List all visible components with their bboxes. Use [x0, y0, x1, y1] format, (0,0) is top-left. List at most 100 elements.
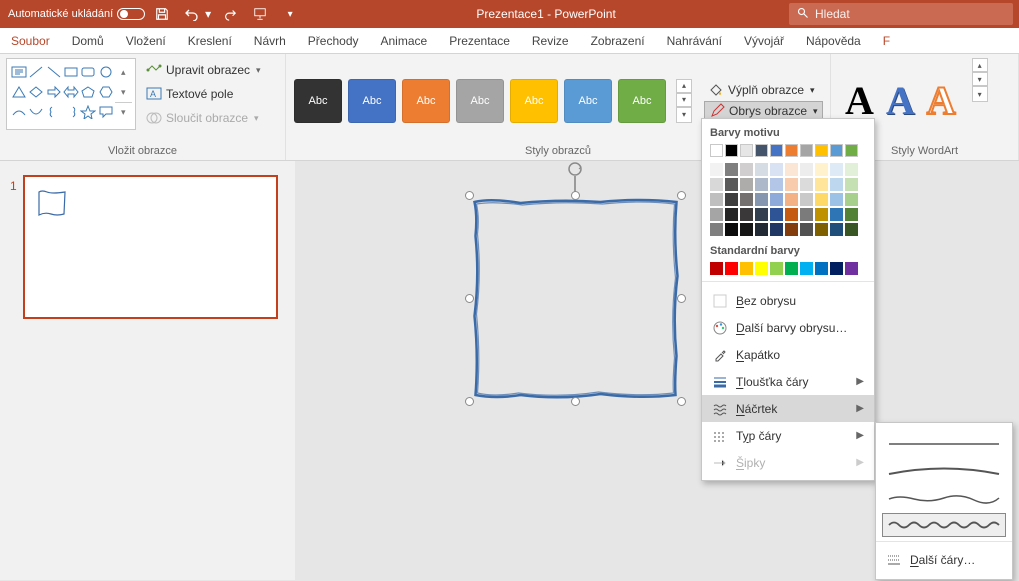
redo-button[interactable] [217, 0, 243, 28]
color-swatch[interactable] [755, 144, 768, 157]
color-swatch[interactable] [845, 163, 858, 176]
color-swatch[interactable] [800, 163, 813, 176]
color-swatch[interactable] [800, 193, 813, 206]
color-swatch[interactable] [740, 193, 753, 206]
tab-slideshow[interactable]: Prezentace [438, 28, 521, 53]
color-swatch[interactable] [755, 178, 768, 191]
edit-shape-button[interactable]: Upravit obrazec▾ [142, 59, 265, 81]
sketch-style-curved[interactable] [882, 459, 1006, 483]
color-swatch[interactable] [815, 144, 828, 157]
resize-handle-se[interactable] [677, 397, 686, 406]
shape-line-icon[interactable] [27, 62, 44, 82]
shape-callout-icon[interactable] [97, 102, 114, 122]
color-swatch[interactable] [725, 193, 738, 206]
shape-fill-button[interactable]: Výplň obrazce▾ [704, 80, 823, 101]
shape-diamond-icon[interactable] [27, 82, 44, 102]
color-swatch[interactable] [785, 223, 798, 236]
color-swatch[interactable] [785, 163, 798, 176]
color-swatch[interactable] [710, 144, 723, 157]
color-swatch[interactable] [830, 163, 843, 176]
no-outline-item[interactable]: Bez obrysu [710, 287, 866, 314]
color-swatch[interactable] [830, 223, 843, 236]
color-swatch[interactable] [770, 178, 783, 191]
color-swatch[interactable] [815, 163, 828, 176]
text-box-button[interactable]: ATextové pole [142, 83, 265, 105]
color-swatch[interactable] [710, 223, 723, 236]
color-swatch[interactable] [785, 193, 798, 206]
slide-thumbnail-1[interactable] [23, 175, 278, 319]
color-swatch[interactable] [755, 208, 768, 221]
rotate-handle-icon[interactable] [567, 161, 583, 177]
color-swatch[interactable] [725, 163, 738, 176]
color-swatch[interactable] [770, 223, 783, 236]
color-swatch[interactable] [725, 262, 738, 275]
color-swatch[interactable] [770, 193, 783, 206]
color-swatch[interactable] [710, 178, 723, 191]
more-lines-item[interactable]: Další čáry… [882, 546, 1006, 573]
color-swatch[interactable] [800, 178, 813, 191]
color-swatch[interactable] [740, 223, 753, 236]
sketch-style-straight[interactable] [882, 432, 1006, 456]
shape-line2-icon[interactable] [45, 62, 62, 82]
shapes-gallery[interactable]: ▴ ▾ ▾ [6, 58, 136, 130]
tab-draw[interactable]: Kreslení [177, 28, 243, 53]
search-input[interactable]: Hledat [789, 3, 1013, 25]
shape-more3-icon[interactable]: ▾ [115, 102, 132, 122]
styles-gallery-scroll[interactable]: ▴▾▾ [676, 79, 692, 123]
resize-handle-w[interactable] [465, 294, 474, 303]
color-swatch[interactable] [785, 262, 798, 275]
shape-style-5[interactable]: Abc [564, 79, 612, 123]
color-swatch[interactable] [845, 208, 858, 221]
color-swatch[interactable] [800, 223, 813, 236]
color-swatch[interactable] [755, 193, 768, 206]
color-swatch[interactable] [740, 178, 753, 191]
tab-design[interactable]: Návrh [243, 28, 297, 53]
wordart-style-1[interactable]: A [845, 77, 874, 124]
shape-style-6[interactable]: Abc [618, 79, 666, 123]
tab-recording[interactable]: Nahrávání [656, 28, 733, 53]
shape-style-1[interactable]: Abc [348, 79, 396, 123]
color-swatch[interactable] [710, 208, 723, 221]
shape-style-2[interactable]: Abc [402, 79, 450, 123]
gallery-up-icon[interactable]: ▴ [676, 79, 692, 93]
sketch-style-scribble[interactable] [882, 513, 1006, 537]
color-swatch[interactable] [815, 178, 828, 191]
color-swatch[interactable] [725, 178, 738, 191]
shape-textbox-icon[interactable] [10, 62, 27, 82]
shape-rect-icon[interactable] [62, 62, 79, 82]
color-swatch[interactable] [830, 208, 843, 221]
shape-pentagon-icon[interactable] [80, 82, 97, 102]
tab-developer[interactable]: Vývojář [733, 28, 795, 53]
resize-handle-s[interactable] [571, 397, 580, 406]
color-swatch[interactable] [770, 208, 783, 221]
wordart-style-2[interactable]: A [886, 77, 915, 124]
sketch-style-freehand[interactable] [882, 486, 1006, 510]
shape-arrowr-icon[interactable] [45, 82, 62, 102]
color-swatch[interactable] [830, 144, 843, 157]
color-swatch[interactable] [755, 262, 768, 275]
dashes-item[interactable]: Typ čáry▶ [710, 422, 866, 449]
selected-shape[interactable] [470, 196, 681, 401]
tab-insert[interactable]: Vložení [115, 28, 177, 53]
color-swatch[interactable] [740, 208, 753, 221]
tab-animations[interactable]: Animace [370, 28, 439, 53]
color-swatch[interactable] [845, 193, 858, 206]
shape-more2-icon[interactable]: ▾ [115, 82, 132, 102]
shape-style-0[interactable]: Abc [294, 79, 342, 123]
color-swatch[interactable] [845, 178, 858, 191]
resize-handle-e[interactable] [677, 294, 686, 303]
autosave-toggle[interactable] [117, 8, 145, 20]
shape-hexagon-icon[interactable] [97, 82, 114, 102]
wordart-gallery-scroll[interactable]: ▴▾▾ [972, 58, 988, 143]
undo-button[interactable] [179, 0, 205, 28]
color-swatch[interactable] [800, 144, 813, 157]
tab-format[interactable]: F [872, 28, 892, 53]
tab-view[interactable]: Zobrazení [580, 28, 656, 53]
color-swatch[interactable] [830, 193, 843, 206]
shape-more1-icon[interactable]: ▴ [115, 62, 132, 82]
color-swatch[interactable] [725, 208, 738, 221]
color-swatch[interactable] [710, 193, 723, 206]
color-swatch[interactable] [830, 262, 843, 275]
resize-handle-sw[interactable] [465, 397, 474, 406]
color-swatch[interactable] [845, 223, 858, 236]
